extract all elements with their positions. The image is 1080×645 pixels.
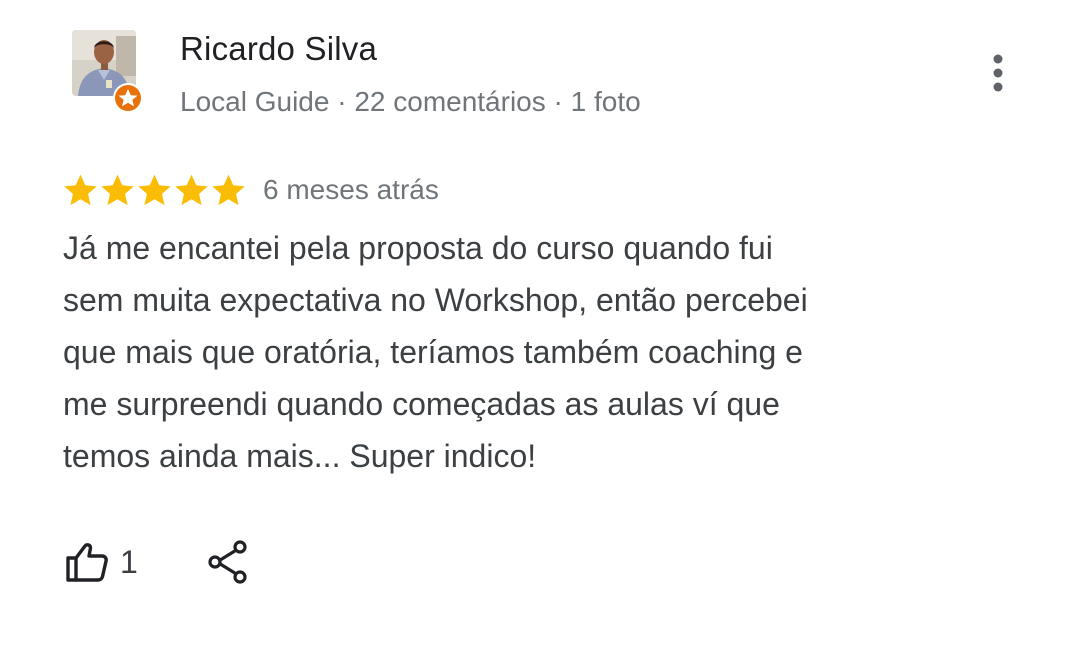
like-count: 1 xyxy=(120,543,138,580)
review-text-line: sem muita expectativa no Workshop, então… xyxy=(63,282,808,318)
more-options-button[interactable] xyxy=(978,48,1018,98)
star-icon xyxy=(175,174,208,205)
review-card: Ricardo Silva Local Guide · 22 comentári… xyxy=(0,0,1080,645)
more-vert-icon xyxy=(993,54,1003,92)
review-text-line: temos ainda mais... Super indico! xyxy=(63,438,537,474)
review-actions: 1 xyxy=(64,536,250,588)
share-icon xyxy=(208,540,247,584)
star-rating xyxy=(62,172,247,209)
review-text: Já me encantei pela proposta do curso qu… xyxy=(63,222,943,482)
author-name[interactable]: Ricardo Silva xyxy=(180,30,377,68)
star-icon xyxy=(101,174,134,205)
rating-row: 6 meses atrás xyxy=(62,168,439,212)
share-button[interactable] xyxy=(208,540,250,584)
star-icon xyxy=(64,174,97,205)
star-icon xyxy=(212,174,245,205)
review-text-line: Já me encantei pela proposta do curso qu… xyxy=(63,230,773,266)
local-guide-badge-icon xyxy=(112,82,144,114)
review-text-line: me surpreendi quando começadas as aulas … xyxy=(63,386,780,422)
star-icon xyxy=(138,174,171,205)
author-meta: Local Guide · 22 comentários · 1 foto xyxy=(180,86,641,117)
like-button[interactable]: 1 xyxy=(64,540,138,584)
thumb-up-icon xyxy=(66,543,108,582)
avatar-wrap[interactable] xyxy=(72,30,143,113)
review-date: 6 meses atrás xyxy=(263,174,439,205)
review-text-line: que mais que oratória, teríamos também c… xyxy=(63,334,803,370)
